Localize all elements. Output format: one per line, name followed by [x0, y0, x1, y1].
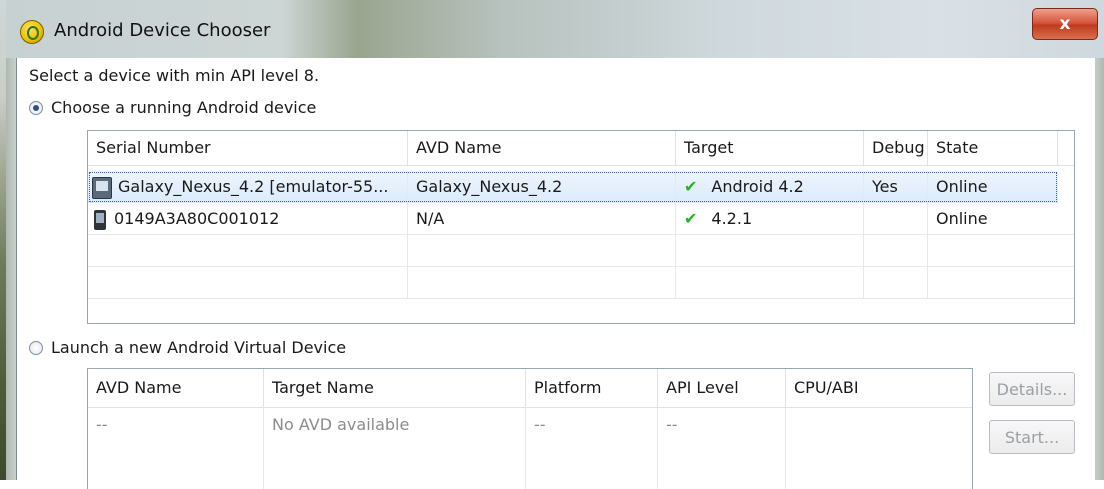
column-avd-name[interactable]: AVD Name [408, 131, 676, 165]
table-row-empty [88, 267, 1074, 299]
check-icon: ✔ [684, 177, 698, 196]
title-bar[interactable]: Android Device Chooser x [6, 0, 1104, 58]
choose-running-radio[interactable] [29, 100, 43, 115]
table-row[interactable]: Galaxy_Nexus_4.2 [emulator-55... Galaxy_… [88, 171, 1058, 203]
start-button[interactable]: Start... [989, 420, 1075, 454]
column-avd-name[interactable]: AVD Name [88, 369, 264, 407]
avd-table-header: AVD Name Target Name Platform API Level … [88, 369, 972, 408]
column-platform[interactable]: Platform [526, 369, 658, 407]
target: 4.2.1 [711, 209, 753, 228]
column-state[interactable]: State [928, 131, 1058, 165]
launch-avd-label: Launch a new Android Virtual Device [51, 338, 347, 357]
column-api-level[interactable]: API Level [658, 369, 786, 407]
android-app-icon [20, 20, 44, 44]
serial-number: 0149A3A80C001012 [114, 209, 280, 228]
phone-icon [94, 209, 106, 230]
check-icon: ✔ [684, 209, 698, 228]
debug: Yes [864, 171, 928, 202]
column-target[interactable]: Target [676, 131, 864, 165]
state: Online [936, 209, 988, 228]
column-serial-number[interactable]: Serial Number [88, 131, 408, 165]
running-table-header: Serial Number AVD Name Target Debug Stat… [88, 131, 1074, 166]
details-button[interactable]: Details... [989, 372, 1075, 406]
avd-name: -- [88, 407, 264, 489]
avd-table[interactable]: AVD Name Target Name Platform API Level … [87, 368, 973, 489]
avd-name: N/A [408, 203, 676, 234]
serial-number: Galaxy_Nexus_4.2 [emulator-55... [118, 177, 389, 196]
emulator-icon [92, 176, 112, 199]
window-frame-right [1094, 58, 1104, 480]
avd-name: Galaxy_Nexus_4.2 [408, 171, 676, 202]
close-button[interactable]: x [1032, 8, 1098, 40]
launch-avd-radio[interactable] [29, 340, 43, 355]
state: Online [936, 177, 988, 196]
platform: -- [526, 407, 658, 489]
api-level: -- [658, 407, 786, 489]
choose-running-label: Choose a running Android device [51, 98, 317, 117]
table-row-empty [88, 235, 1074, 267]
column-target-name[interactable]: Target Name [264, 369, 526, 407]
min-api-prompt: Select a device with min API level 8. [29, 66, 320, 85]
device-chooser-window: Android Device Chooser x Select a device… [6, 0, 1104, 489]
dialog-content: Select a device with min API level 8. Ch… [16, 58, 1095, 489]
running-devices-table[interactable]: Serial Number AVD Name Target Debug Stat… [87, 130, 1075, 324]
column-debug[interactable]: Debug [864, 131, 928, 165]
launch-avd-option[interactable]: Launch a new Android Virtual Device [29, 338, 346, 357]
window-frame-left [6, 58, 16, 480]
column-cpu-abi[interactable]: CPU/ABI [786, 369, 972, 407]
choose-running-option[interactable]: Choose a running Android device [29, 98, 316, 117]
target: Android 4.2 [711, 177, 804, 196]
table-row[interactable]: 0149A3A80C001012 N/A ✔ 4.2.1 Online [88, 203, 1074, 235]
target-name: No AVD available [264, 407, 526, 489]
table-row: -- No AVD available -- -- [88, 407, 972, 489]
debug [864, 203, 928, 234]
cpu-abi [786, 407, 972, 489]
window-title: Android Device Chooser [54, 20, 271, 41]
